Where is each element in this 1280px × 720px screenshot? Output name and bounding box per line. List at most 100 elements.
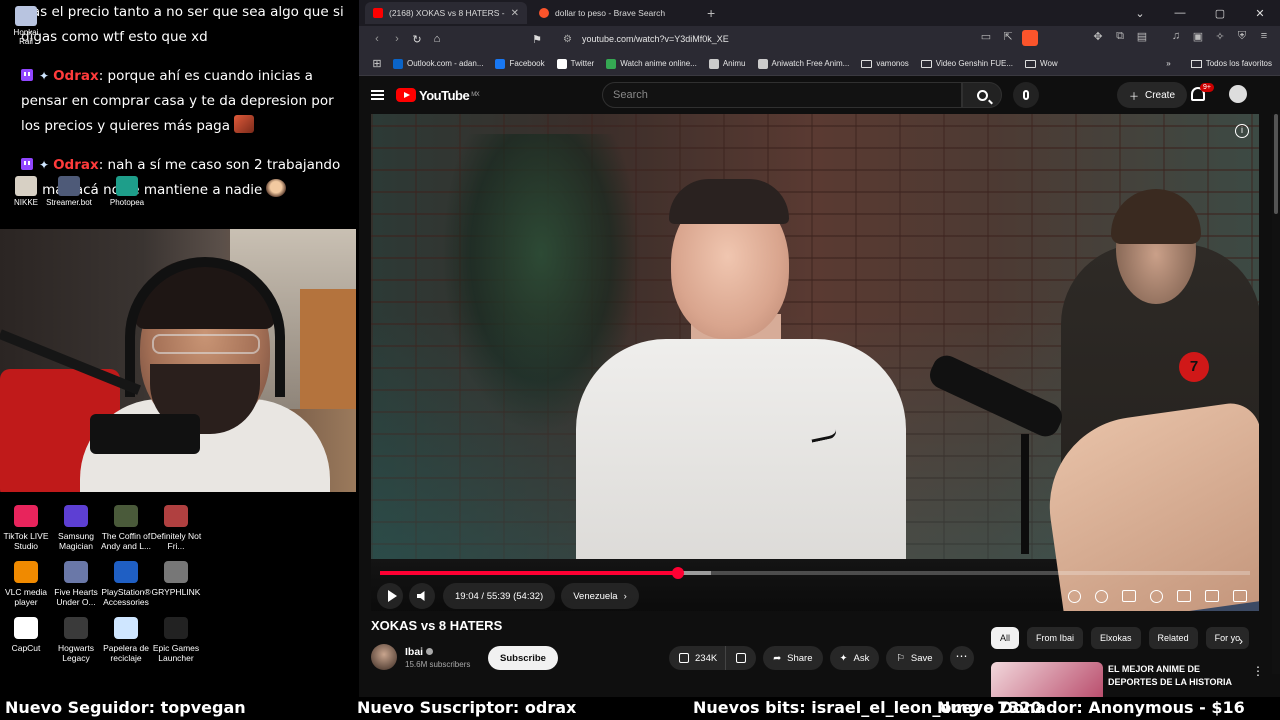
close-window-button[interactable]: ✕ — [1240, 7, 1280, 20]
shield-icon[interactable] — [1068, 589, 1081, 603]
stream-alerts-bar: Nuevo Seguidor: topvegan Nuevo Suscripto… — [0, 697, 1280, 720]
desktop-icon[interactable]: Photopea — [104, 176, 150, 207]
video-player[interactable]: 7 i 19:04 / 55:39 (54:32) Venezuela › — [371, 114, 1259, 611]
bookmark-item[interactable]: Twitter — [556, 58, 594, 69]
filter-chip[interactable]: Related — [1148, 627, 1198, 649]
cast-icon[interactable] — [1205, 590, 1219, 602]
desktop-icon[interactable]: Streamer.bot — [40, 176, 98, 207]
home-button[interactable]: ⌂ — [427, 33, 447, 45]
filter-chip[interactable]: All — [991, 627, 1020, 649]
tab-youtube[interactable]: (2168) XOKAS vs 8 HATERS - ✕ — [365, 2, 527, 24]
nikke-icon — [15, 176, 37, 196]
apps-grid-icon[interactable]: ⊞ — [367, 57, 387, 70]
channel-name[interactable]: Ibai — [405, 646, 470, 658]
share-button[interactable]: ➦ Share — [763, 646, 823, 670]
channel-avatar[interactable] — [371, 644, 397, 670]
url-field[interactable]: ⚙ youtube.com/watch?v=Y3diMf0k_XE — [557, 29, 978, 49]
forward-button[interactable]: › — [387, 33, 407, 45]
share-page-icon[interactable]: ⇱ — [1000, 30, 1016, 49]
bookmark-item[interactable]: Video Genshin FUE... — [920, 59, 1013, 68]
vpn-icon[interactable]: ⛨ — [1234, 30, 1250, 49]
desktop-icon[interactable]: Honkai Rail — [6, 6, 46, 46]
back-button[interactable]: ‹ — [367, 33, 387, 45]
minimize-button[interactable]: — — [1160, 7, 1200, 20]
desktop-icon[interactable]: Samsung Magician — [50, 505, 102, 551]
maximize-button[interactable]: ▢ — [1200, 7, 1240, 20]
new-tab-button[interactable]: + — [697, 5, 725, 21]
bookmark-item[interactable]: Wow — [1025, 59, 1058, 68]
desktop-icon[interactable]: Papelera de reciclaje — [100, 617, 152, 663]
chevron-right-icon[interactable]: › — [1239, 634, 1243, 648]
more-actions-button[interactable]: ⋯ — [949, 646, 974, 670]
desktop-icon[interactable]: Hogwarts Legacy — [50, 617, 102, 663]
bookmark-item[interactable]: vamonos — [861, 59, 909, 68]
settings-gear-icon[interactable] — [1150, 589, 1163, 603]
reload-button[interactable]: ↻ — [407, 33, 427, 46]
bookmark-label: Animu — [722, 59, 746, 68]
all-bookmarks[interactable]: » Todos los favoritos — [1166, 59, 1272, 68]
tab-brave-search[interactable]: dollar to peso - Brave Search — [531, 2, 693, 24]
menu-icon[interactable]: ≡ — [1256, 30, 1272, 49]
music-icon[interactable]: ♫ — [1168, 30, 1184, 49]
desktop-icon[interactable]: VLC media player — [0, 561, 52, 607]
search-button[interactable] — [962, 82, 1002, 108]
desktop-icon[interactable]: Definitely Not Fri... — [150, 505, 202, 551]
info-icon[interactable]: i — [1235, 124, 1249, 138]
fullscreen-icon[interactable] — [1233, 590, 1247, 602]
bookmark-item[interactable]: Animu — [708, 58, 746, 69]
youtube-logo[interactable]: YouTube MX — [396, 88, 480, 103]
page-scrollbar[interactable] — [1272, 114, 1280, 674]
account-avatar[interactable] — [1229, 85, 1247, 103]
desktop-icon[interactable]: Epic Games Launcher — [150, 617, 202, 663]
cast-icon[interactable]: ▭ — [978, 30, 994, 49]
ask-button[interactable]: ✦ Ask — [829, 646, 880, 670]
brave-shields-icon[interactable] — [1022, 29, 1038, 49]
play-button[interactable] — [377, 583, 403, 609]
create-button[interactable]: ＋ Create — [1117, 82, 1188, 108]
bookmark-item[interactable]: Facebook — [495, 58, 545, 69]
folder-icon — [1025, 59, 1037, 68]
chevron-down-icon[interactable]: ⌄ — [1120, 7, 1160, 20]
filter-chip[interactable]: Elxokas — [1091, 627, 1141, 649]
extension-icon[interactable]: ✥ — [1090, 30, 1106, 49]
epic-games-icon — [164, 617, 188, 639]
like-button[interactable]: 234K — [669, 646, 726, 670]
volume-button[interactable] — [409, 583, 435, 609]
autoplay-icon[interactable] — [1095, 589, 1108, 603]
wallet-icon[interactable]: ▣ — [1190, 30, 1206, 49]
more-vertical-icon[interactable]: ⋮ — [1252, 664, 1264, 678]
filter-chip[interactable]: From Ibai — [1027, 627, 1084, 649]
desktop-icon-label: Hogwarts Legacy — [58, 643, 94, 663]
captions-icon[interactable] — [1122, 590, 1136, 602]
extensions-puzzle-icon[interactable]: ⧉ — [1112, 30, 1128, 49]
search-input[interactable]: Search — [602, 82, 962, 108]
subscriber-alert: Nuevo Suscriptor: odrax — [357, 698, 577, 717]
chapter-button[interactable]: Venezuela › — [561, 583, 639, 609]
desktop-icon[interactable]: The Coffin of Andy and L... — [100, 505, 152, 551]
scrubber-handle[interactable] — [671, 567, 684, 579]
dislike-button[interactable] — [725, 646, 757, 670]
chevron-right-icon[interactable]: » — [1166, 59, 1170, 68]
desktop-icon[interactable]: CapCut — [0, 617, 52, 653]
bookmark-item[interactable]: Watch anime online... — [606, 58, 697, 69]
site-settings-icon[interactable]: ⚙ — [563, 34, 572, 45]
bookmark-item[interactable]: Outlook.com - adan... — [393, 58, 483, 69]
sparkle-badge-icon: ✦ — [39, 158, 50, 172]
desktop-icon[interactable]: GRYPHLINK — [150, 561, 202, 597]
leo-ai-icon[interactable]: ✧ — [1212, 30, 1228, 49]
voice-search-button[interactable] — [1013, 82, 1039, 108]
save-button[interactable]: ⚐ Save — [886, 646, 943, 670]
sidebar-icon[interactable]: ▤ — [1134, 30, 1150, 49]
miniplayer-icon[interactable] — [1177, 590, 1191, 602]
desktop-icon[interactable]: TikTok LIVE Studio — [0, 505, 52, 551]
desktop-icon[interactable]: Five Hearts Under O... — [50, 561, 102, 607]
close-tab-icon[interactable]: ✕ — [511, 8, 519, 19]
emote-face-icon — [266, 179, 287, 197]
bookmark-item[interactable]: Aniwatch Free Anim... — [757, 58, 849, 69]
bookmark-page-icon[interactable]: ⚑ — [527, 33, 547, 46]
hamburger-menu-icon[interactable] — [371, 90, 384, 100]
recommended-video[interactable]: EL MEJOR ANIME DE DEPORTES DE LA HISTORI… — [991, 660, 1280, 697]
desktop-icon[interactable]: PlayStation® Accessories — [100, 561, 152, 607]
seek-bar[interactable] — [380, 567, 1250, 579]
subscribe-button[interactable]: Subscribe — [488, 646, 558, 670]
